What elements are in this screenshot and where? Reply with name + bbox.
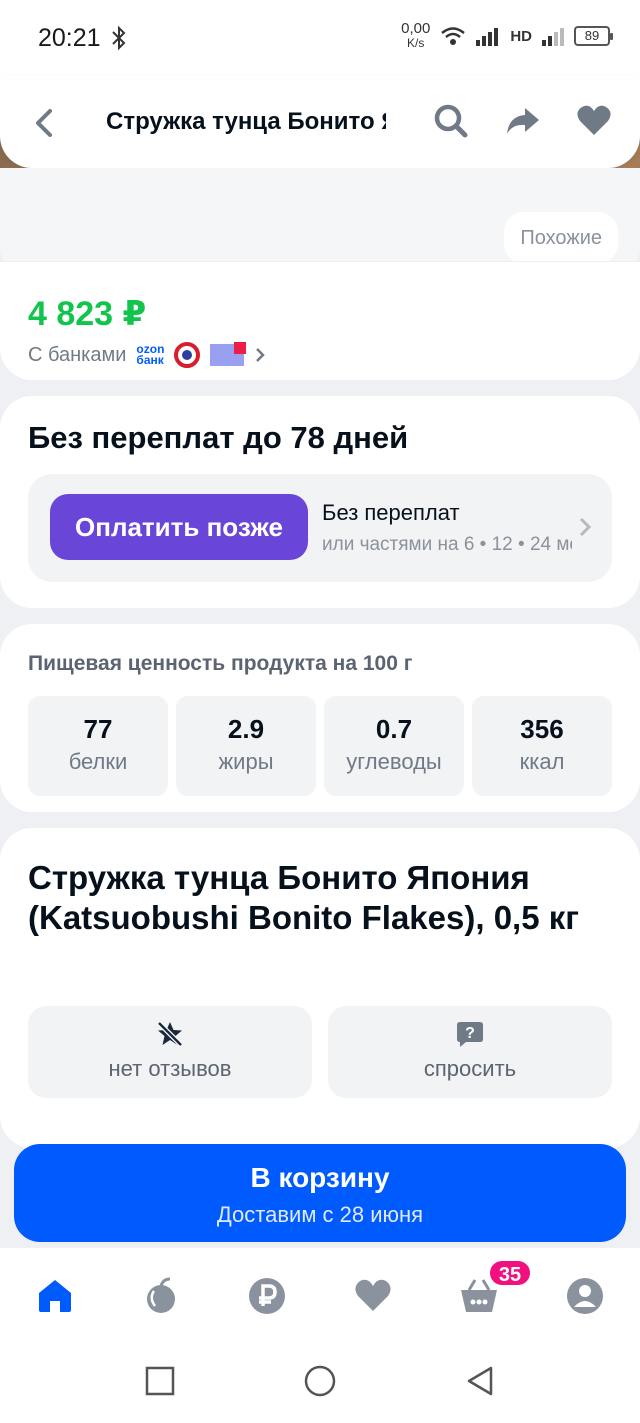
- installment-title: Без переплат до 78 дней: [28, 420, 409, 455]
- installment-line-1: Без переплат: [322, 500, 460, 525]
- ask-question-button[interactable]: ? спросить: [328, 1006, 612, 1098]
- ruble-icon[interactable]: [247, 1276, 287, 1316]
- price-value: 4 823 ₽: [28, 295, 147, 333]
- system-nav-bar: [0, 1344, 640, 1423]
- back-button-icon[interactable]: [463, 1364, 497, 1398]
- top-header: Стружка тунца Бонито Япония (Katsuobushi…: [0, 76, 640, 168]
- reviews-button[interactable]: нет отзывов: [28, 1006, 312, 1098]
- svg-text:?: ?: [465, 1025, 475, 1042]
- heart-icon[interactable]: [575, 102, 613, 140]
- status-bar: 20:21 0,00 K/s HD 89: [0, 0, 640, 76]
- price-card: 4 823 ₽ С банками ozon банк: [0, 262, 640, 380]
- bluetooth-icon: [112, 25, 126, 51]
- page-title: Стружка тунца Бонито Япония (Katsuobushi…: [106, 108, 386, 135]
- product-card: Стружка тунца Бонито Япония (Katsuobushi…: [0, 828, 640, 1148]
- bank-offers[interactable]: С банками ozon банк: [28, 342, 266, 368]
- cart-count-badge: 35: [488, 1259, 532, 1287]
- status-time: 20:21: [38, 24, 101, 52]
- question-icon: ?: [457, 1022, 483, 1047]
- nutrition-kcal: 356 ккал: [472, 696, 612, 796]
- nutrition-fat: 2.9 жиры: [176, 696, 316, 796]
- network-type: HD: [510, 27, 532, 45]
- favorites-icon[interactable]: [353, 1276, 393, 1316]
- profile-icon[interactable]: [565, 1276, 605, 1316]
- nutrition-card: Пищевая ценность продукта на 100 г 77 бе…: [0, 624, 640, 812]
- installment-line-2: или частями на 6 • 12 • 24 месяца: [322, 534, 572, 555]
- bottom-nav: [0, 1248, 640, 1344]
- recent-apps-icon[interactable]: [143, 1364, 177, 1398]
- chevron-right-icon: [256, 348, 266, 362]
- home-button-icon[interactable]: [303, 1364, 337, 1398]
- ozon-bank-logo: ozon банк: [136, 342, 165, 367]
- add-to-cart-button[interactable]: В корзину Доставим с 28 июня: [14, 1144, 626, 1242]
- back-icon[interactable]: [28, 106, 62, 140]
- nutrition-protein: 77 белки: [28, 696, 168, 796]
- banks-label: С банками: [28, 343, 127, 366]
- fresh-icon[interactable]: [141, 1276, 181, 1316]
- installment-offer[interactable]: Оплатить позже Без переплат или частями …: [28, 474, 612, 582]
- nutrition-title: Пищевая ценность продукта на 100 г: [28, 652, 413, 675]
- no-reviews-icon: [157, 1021, 183, 1047]
- signal-icon-2: [542, 28, 564, 46]
- nutrition-carbs: 0.7 углеводы: [324, 696, 464, 796]
- bank-logo-icon-2: [210, 342, 247, 366]
- product-title: Стружка тунца Бонито Япония (Katsuobushi…: [28, 859, 579, 936]
- bank-logo-icon: [174, 342, 201, 368]
- chevron-right-icon: [579, 517, 592, 537]
- search-icon[interactable]: [432, 102, 470, 140]
- home-icon[interactable]: [35, 1276, 75, 1316]
- battery-indicator: 89: [574, 26, 613, 46]
- net-speed: 0,00 K/s: [401, 20, 431, 50]
- signal-icon: [476, 28, 499, 46]
- installment-card: Без переплат до 78 дней Оплатить позже Б…: [0, 396, 640, 608]
- similar-button[interactable]: Похожие: [504, 212, 618, 264]
- pay-later-button[interactable]: Оплатить позже: [50, 494, 308, 560]
- share-icon[interactable]: [504, 102, 542, 140]
- wifi-icon: [441, 27, 466, 45]
